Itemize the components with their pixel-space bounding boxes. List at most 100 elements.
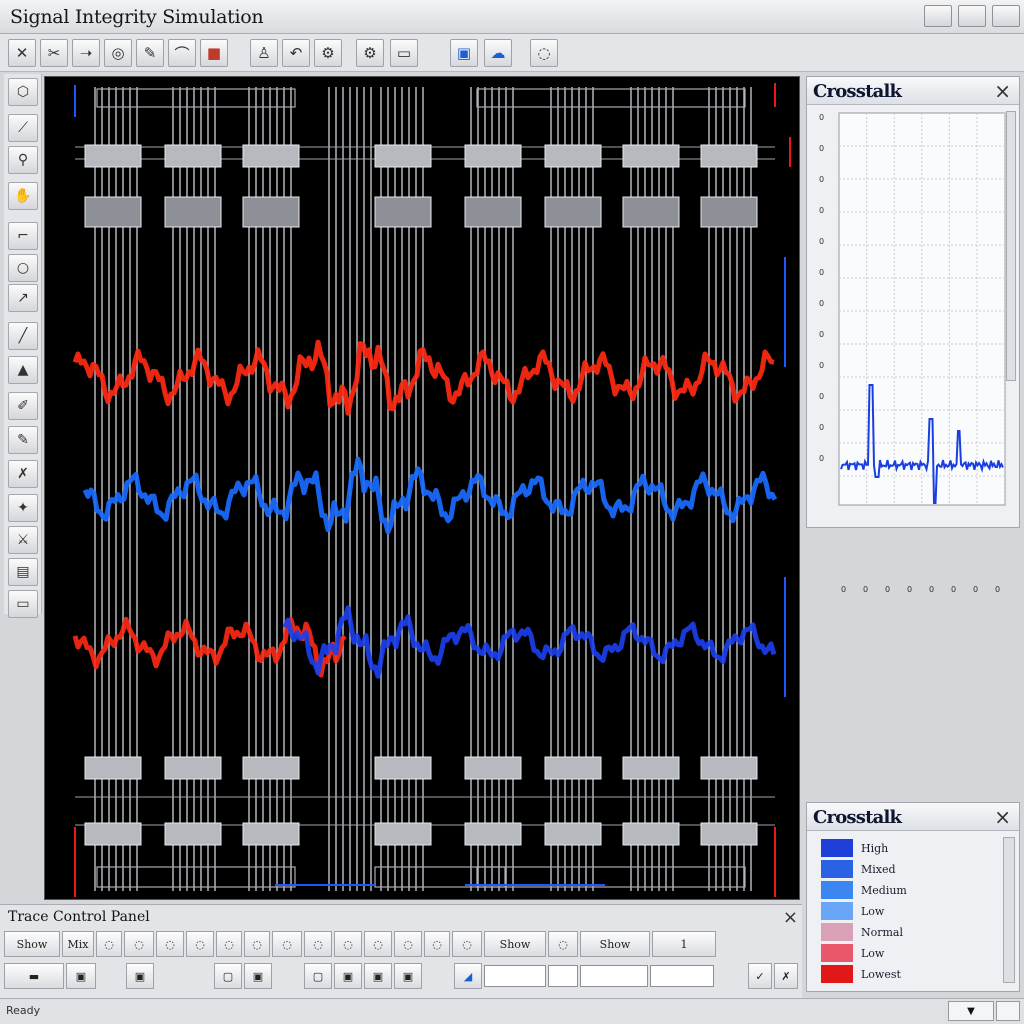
input-field-3[interactable] <box>580 965 648 987</box>
gear-icon[interactable]: ⚙ <box>314 39 342 67</box>
option-button-12[interactable]: ◌ <box>424 931 450 957</box>
wire-icon[interactable]: ➝ <box>72 39 100 67</box>
connector-block <box>164 822 222 846</box>
select-icon[interactable]: ✕ <box>8 39 36 67</box>
undo-icon[interactable]: ↶ <box>282 39 310 67</box>
display-icon[interactable]: ▤ <box>8 558 38 586</box>
option-button-13[interactable]: ◌ <box>452 931 482 957</box>
connector-block <box>544 144 602 168</box>
measure-icon[interactable]: ◎ <box>104 39 132 67</box>
trace-panel-title: Trace Control Panel <box>8 909 150 925</box>
connector-block <box>164 756 222 780</box>
window-title: Signal Integrity Simulation <box>10 6 264 28</box>
connector-block <box>544 196 602 228</box>
slider-control[interactable]: ▬ <box>4 963 64 989</box>
legend-item: Medium <box>821 881 907 899</box>
simulation-canvas[interactable] <box>44 76 800 900</box>
option-button-3[interactable]: ◌ <box>156 931 184 957</box>
x-tick-label: 0 <box>929 585 935 594</box>
input-field-4[interactable] <box>650 965 714 987</box>
value-field[interactable]: 1 <box>652 931 716 957</box>
split-icon[interactable]: ⚔ <box>8 526 38 554</box>
mix-label[interactable]: Mix <box>62 931 94 957</box>
maximize-button[interactable] <box>958 5 986 27</box>
status-menu-button[interactable] <box>996 1001 1020 1021</box>
cloud-icon[interactable]: ☁ <box>484 39 512 67</box>
show-label-3[interactable]: Show <box>580 931 650 957</box>
main-toolbar: ✕ ✂ ➝ ◎ ✎ ⌒ ■ ♙ ↶ ⚙ ⚙ ▭ ▣ ☁ ◌ <box>0 34 1024 72</box>
toggle-5[interactable]: ▢ <box>304 963 332 989</box>
show-label-2[interactable]: Show <box>484 931 546 957</box>
zoom-icon[interactable]: ⟋ <box>8 114 38 142</box>
plot-scrollbar[interactable] <box>1006 111 1016 381</box>
connector-block <box>464 756 522 780</box>
toggle-7[interactable]: ▣ <box>364 963 392 989</box>
x-tick-label: 0 <box>973 585 979 594</box>
legend-item: Low <box>821 944 884 962</box>
box-icon[interactable]: ▭ <box>8 590 38 618</box>
display-button[interactable]: ◌ <box>530 39 558 67</box>
person-icon[interactable]: ♙ <box>250 39 278 67</box>
connector-block <box>374 756 432 780</box>
trace-control-panel: Trace Control Panel × Show Mix ◌ ◌ ◌ ◌ ◌… <box>0 904 802 998</box>
connector-block <box>544 756 602 780</box>
probe-icon[interactable]: ✎ <box>136 39 164 67</box>
connector-icon[interactable]: ⌐ <box>8 222 38 250</box>
triangle-icon[interactable]: ▲ <box>8 356 38 384</box>
tool-palette: ⬡ ⟋ ⚲ ✋ ⌐ ○ ↗ ╱ ▲ ✐ ✎ ✗ ✦ ⚔ ▤ ▭ <box>4 74 42 618</box>
connector-block <box>164 196 222 228</box>
grid-icon[interactable]: ⚙ <box>356 39 384 67</box>
connector-block <box>374 144 432 168</box>
option-button-2[interactable]: ◌ <box>124 931 154 957</box>
legend-item: Mixed <box>821 860 896 878</box>
cross-icon[interactable]: ✗ <box>8 460 38 488</box>
toggle-8[interactable]: ▣ <box>394 963 422 989</box>
close-icon[interactable]: × <box>994 805 1011 829</box>
circle-icon[interactable]: ○ <box>8 254 38 282</box>
toggle-9[interactable]: ◢ <box>454 963 482 989</box>
legend-swatch <box>821 902 853 920</box>
layers-icon[interactable]: ▣ <box>450 39 478 67</box>
connector-block <box>84 144 142 168</box>
x-tick-label: 0 <box>951 585 957 594</box>
option-button-11[interactable]: ◌ <box>394 931 422 957</box>
legend-label: Low <box>861 904 885 918</box>
figure-icon[interactable]: ⚲ <box>8 146 38 174</box>
input-field-2[interactable] <box>548 965 578 987</box>
toggle-3[interactable]: ▢ <box>214 963 242 989</box>
option-button-8[interactable]: ◌ <box>304 931 332 957</box>
input-field-1[interactable] <box>484 965 546 987</box>
option-button-1[interactable]: ◌ <box>96 931 122 957</box>
chevron-down-icon[interactable]: ▼ <box>948 1001 994 1021</box>
minimize-button[interactable] <box>924 5 952 27</box>
close-icon[interactable]: × <box>783 907 798 928</box>
legend-scrollbar[interactable] <box>1003 837 1015 983</box>
pin-icon[interactable]: ✦ <box>8 494 38 522</box>
connector-block <box>84 822 142 846</box>
stop-icon[interactable]: ■ <box>200 39 228 67</box>
brush-icon[interactable]: ✐ <box>8 392 38 420</box>
show-label-1[interactable]: Show <box>4 931 60 957</box>
hand-icon[interactable]: ✋ <box>8 182 38 210</box>
apply-button[interactable]: ✓ <box>748 963 772 989</box>
option-button-7[interactable]: ◌ <box>272 931 302 957</box>
option-button-10[interactable]: ◌ <box>364 931 392 957</box>
option-button-6[interactable]: ◌ <box>244 931 270 957</box>
option-button-9[interactable]: ◌ <box>334 931 362 957</box>
save-icon[interactable]: ▭ <box>390 39 418 67</box>
option-button-5[interactable]: ◌ <box>216 931 242 957</box>
pencil-icon[interactable]: ✎ <box>8 426 38 454</box>
arrow-icon[interactable]: ↗ <box>8 284 38 312</box>
cut-icon[interactable]: ✂ <box>40 39 68 67</box>
node-icon[interactable]: ⬡ <box>8 78 38 106</box>
toggle-4[interactable]: ▣ <box>244 963 272 989</box>
option-button-4[interactable]: ◌ <box>186 931 214 957</box>
line-icon[interactable]: ╱ <box>8 322 38 350</box>
toggle-1[interactable]: ▣ <box>66 963 96 989</box>
close-window-button[interactable] <box>992 5 1020 27</box>
cancel-button[interactable]: ✗ <box>774 963 798 989</box>
option-button-14[interactable]: ◌ <box>548 931 578 957</box>
curve-icon[interactable]: ⌒ <box>168 39 196 67</box>
toggle-6[interactable]: ▣ <box>334 963 362 989</box>
toggle-2[interactable]: ▣ <box>126 963 154 989</box>
